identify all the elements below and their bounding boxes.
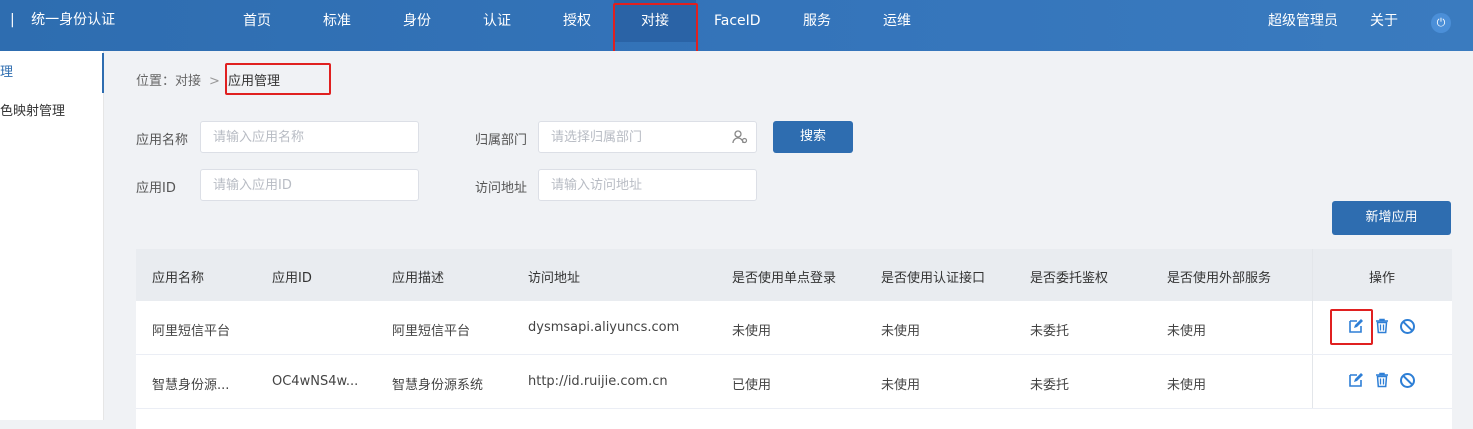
cell-external: 未使用 <box>1167 324 1207 339</box>
app-id-label: 应用ID <box>136 181 176 196</box>
cell-delegate: 未委托 <box>1030 378 1070 393</box>
cell-sso: 未使用 <box>732 324 772 339</box>
breadcrumb-prefix: 位置： <box>136 74 176 89</box>
col-app-desc: 应用描述 <box>392 271 445 286</box>
user-menu[interactable]: 超级管理员 <box>1268 0 1338 42</box>
col-actions: 操作 <box>1369 271 1396 286</box>
sidebar: 理 色映射管理 <box>0 51 104 420</box>
add-app-button[interactable]: 新增应用 <box>1332 201 1451 235</box>
app-id-input[interactable] <box>200 169 419 201</box>
sidebar-item-app-management[interactable]: 理 <box>0 53 104 93</box>
cell-url: http://id.ruijie.com.cn <box>528 374 668 389</box>
cell-url: dysmsapi.aliyuncs.com <box>528 320 680 335</box>
cell-app-desc: 智慧身份源系统 <box>392 378 484 393</box>
breadcrumb: 位置：对接 > 应用管理 <box>136 70 280 89</box>
app-title: 统一身份认证 <box>31 12 116 28</box>
breadcrumb-parent[interactable]: 对接 <box>175 74 201 89</box>
edit-icon[interactable] <box>1347 318 1365 336</box>
col-external: 是否使用外部服务 <box>1167 271 1272 286</box>
cell-auth-api: 未使用 <box>881 378 921 393</box>
trash-icon[interactable] <box>1373 372 1391 390</box>
cell-app-desc: 阿里短信平台 <box>392 324 471 339</box>
cell-app-name: 阿里短信平台 <box>152 324 231 339</box>
edit-icon-graphic <box>1349 373 1363 387</box>
url-label: 访问地址 <box>475 181 528 196</box>
nav-item-service[interactable]: 服务 <box>802 0 832 42</box>
sidebar-item-role-mapping[interactable]: 色映射管理 <box>0 92 104 132</box>
nav-item-identity[interactable]: 身份 <box>402 0 432 42</box>
table-row-partial <box>136 409 1452 429</box>
cell-auth-api: 未使用 <box>881 324 921 339</box>
brand-separator: | <box>10 12 15 28</box>
main-content: 位置：对接 > 应用管理 应用名称 归属部门 搜索 应用ID 访问地址 新增应用 应… <box>104 51 1473 429</box>
col-auth-api: 是否使用认证接口 <box>881 271 986 286</box>
ban-icon[interactable] <box>1400 319 1415 334</box>
users-icon[interactable] <box>732 129 748 149</box>
ban-icon[interactable] <box>1400 373 1415 388</box>
app-name-label: 应用名称 <box>136 133 189 148</box>
nav-item-home[interactable]: 首页 <box>242 0 272 42</box>
nav-item-authorize[interactable]: 授权 <box>562 0 592 42</box>
logout-icon[interactable]: ⏻ <box>1431 13 1451 33</box>
col-url: 访问地址 <box>528 271 581 286</box>
nav-item-faceid[interactable]: FaceID <box>714 0 761 42</box>
dept-label: 归属部门 <box>475 133 528 148</box>
edit-icon-graphic <box>1349 319 1363 333</box>
nav-item-ops[interactable]: 运维 <box>882 0 912 42</box>
cell-actions <box>1312 355 1452 408</box>
table-row: 阿里短信平台 阿里短信平台 dysmsapi.aliyuncs.com 未使用 … <box>136 301 1452 355</box>
cell-sso: 已使用 <box>732 378 772 393</box>
about-link[interactable]: 关于 <box>1370 0 1398 42</box>
app-brand: | 统一身份认证 <box>10 0 115 40</box>
breadcrumb-arrow: > <box>209 74 220 89</box>
breadcrumb-current: 应用管理 <box>227 74 280 89</box>
cell-delegate: 未委托 <box>1030 324 1070 339</box>
users-icon-graphic <box>732 130 748 144</box>
col-sso: 是否使用单点登录 <box>732 271 837 286</box>
col-delegate: 是否委托鉴权 <box>1030 271 1109 286</box>
col-app-id: 应用ID <box>272 271 312 286</box>
col-app-name: 应用名称 <box>152 271 205 286</box>
table-row: 智慧身份源... OC4wNS4w... 智慧身份源系统 http://id.r… <box>136 355 1452 409</box>
cell-actions <box>1312 301 1452 354</box>
trash-icon-graphic <box>1376 372 1388 388</box>
cell-external: 未使用 <box>1167 378 1207 393</box>
col-actions-cell: 操作 <box>1312 249 1452 301</box>
cell-app-name: 智慧身份源... <box>152 378 230 393</box>
nav-item-integration[interactable]: 对接 <box>614 0 696 42</box>
search-button[interactable]: 搜索 <box>773 121 853 153</box>
trash-icon[interactable] <box>1373 318 1391 336</box>
app-name-input[interactable] <box>200 121 419 153</box>
nav-item-standard[interactable]: 标准 <box>322 0 352 42</box>
url-input[interactable] <box>538 169 757 201</box>
trash-icon-graphic <box>1376 318 1388 334</box>
top-nav-bar: | 统一身份认证 首页 标准 身份 认证 授权 对接 FaceID 服务 运维 … <box>0 0 1473 51</box>
cell-app-id: OC4wNS4w... <box>272 374 359 389</box>
dept-select[interactable] <box>538 121 757 153</box>
table-header: 应用名称 应用ID 应用描述 访问地址 是否使用单点登录 是否使用认证接口 是否… <box>136 249 1452 301</box>
edit-icon[interactable] <box>1347 372 1365 390</box>
nav-item-auth[interactable]: 认证 <box>482 0 512 42</box>
